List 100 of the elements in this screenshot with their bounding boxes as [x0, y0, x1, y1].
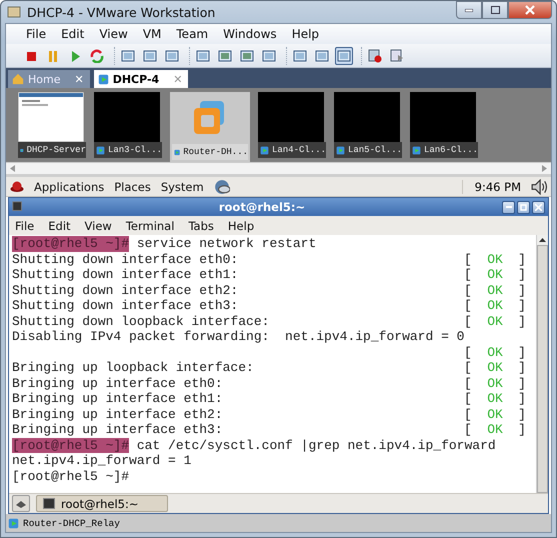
status-bracket: ]	[518, 314, 526, 329]
scroll-left-icon[interactable]	[10, 165, 15, 172]
status-bracket: [	[464, 344, 472, 360]
taskbar-button[interactable]: root@rhel5:~	[36, 495, 168, 512]
window-button[interactable]	[335, 46, 353, 64]
vm-icon	[260, 144, 269, 156]
status-bracket: ]	[518, 252, 526, 267]
status-ok: OK	[487, 360, 503, 376]
output-text: [root@rhel5 ~]#	[12, 468, 130, 484]
vm-label: Lan6-Cl...	[424, 145, 478, 155]
screen-thumbnail	[18, 92, 84, 142]
menu-item[interactable]: Help	[292, 27, 320, 41]
status-bracket: [	[464, 360, 472, 376]
panel-menu[interactable]: System	[160, 180, 204, 194]
vm-thumbnail[interactable]: Lan5-Cl...	[334, 92, 402, 158]
vm-label: Lan4-Cl...	[272, 145, 326, 155]
close-button[interactable]	[532, 200, 545, 214]
output-text: Bringing up interface eth0:	[12, 376, 223, 391]
maximize-button[interactable]	[517, 200, 530, 214]
terminal-icon	[12, 201, 24, 213]
menu-item[interactable]: Help	[228, 218, 254, 232]
window-icon	[293, 48, 307, 62]
refresh-icon	[90, 48, 104, 62]
status-ok: OK	[487, 406, 503, 422]
terminal-title: root@rhel5:~	[218, 200, 306, 214]
status-bracket: ]	[518, 376, 526, 391]
status-bracket: [	[464, 422, 472, 438]
menu-item[interactable]: Terminal	[126, 218, 174, 232]
screen-icon	[240, 48, 254, 62]
vm-thumbnail[interactable]: Lan6-Cl...	[410, 92, 478, 158]
blank-screen-thumbnail	[410, 92, 476, 142]
output-text: Shutting down interface eth2:	[12, 282, 238, 298]
panel-menu[interactable]: Places	[114, 180, 151, 194]
output-text: Shutting down interface eth3:	[12, 298, 238, 314]
screen-icon	[218, 48, 232, 62]
status-ok: OK	[487, 422, 503, 438]
status-ok: OK	[487, 282, 503, 298]
menu-item[interactable]: View	[99, 27, 128, 41]
shell-prompt: [root@rhel5 ~]#	[12, 236, 130, 252]
tab[interactable]: DHCP-4 ✕	[94, 70, 188, 88]
status-bracket: ]	[518, 406, 526, 422]
hat-icon	[10, 180, 24, 194]
close-button[interactable]	[508, 1, 552, 19]
minimize-icon	[465, 8, 473, 12]
menu-item[interactable]: VM	[142, 27, 162, 41]
status-ok: OK	[487, 298, 503, 314]
menu-item[interactable]: File	[15, 218, 34, 232]
status-bracket: [	[464, 298, 472, 314]
vm-thumbnail[interactable]: Lan4-Cl...	[258, 92, 326, 158]
menu-item[interactable]: Tabs	[188, 218, 214, 232]
app-icon	[7, 5, 21, 19]
status-ok: OK	[487, 314, 503, 329]
vm-thumbnail[interactable]: Lan3-Cl...	[94, 92, 162, 158]
maximize-button[interactable]	[482, 1, 508, 19]
desktop-icon	[15, 498, 27, 508]
status-bracket: ]	[518, 422, 526, 438]
minimize-button[interactable]	[456, 1, 482, 19]
vm-label: Router-DH...	[183, 147, 248, 157]
vm-icon	[412, 144, 421, 156]
record-button[interactable]	[366, 46, 384, 64]
menu-item[interactable]: Edit	[48, 218, 71, 232]
output-text: Shutting down loopback interface:	[12, 314, 270, 329]
minimize-icon	[506, 206, 512, 208]
menu-item[interactable]: File	[26, 27, 46, 41]
menu-item[interactable]: Edit	[61, 27, 84, 41]
vm-thumbnail[interactable]: Router-DH...	[170, 92, 250, 162]
output-text: Bringing up interface eth1:	[12, 391, 223, 406]
status-bracket: ]	[518, 344, 526, 360]
vm-icon	[8, 518, 19, 528]
refresh-button[interactable]	[88, 46, 106, 64]
status-bracket: ]	[518, 267, 526, 282]
status-ok: OK	[487, 376, 503, 391]
status-bracket: [	[464, 282, 472, 298]
home-icon	[12, 73, 24, 85]
maximize-icon	[520, 204, 527, 210]
status-bracket: [	[464, 376, 472, 391]
menu-item[interactable]: View	[84, 218, 112, 232]
menu-item[interactable]: Windows	[223, 27, 277, 41]
status-bracket: [	[464, 406, 472, 422]
window-icon	[315, 48, 329, 62]
minimize-button[interactable]	[502, 200, 515, 214]
window-title: DHCP-4 - VMware Workstation	[27, 4, 216, 20]
window-icon	[337, 48, 351, 62]
status-bracket: ]	[518, 298, 526, 314]
menu-item[interactable]: Team	[176, 27, 208, 41]
maximize-icon	[490, 6, 500, 14]
clock: 9:46 PM	[462, 180, 521, 194]
output-text: Disabling IPv4 packet forwarding: net.ipv4.ip_forward = 0	[12, 329, 464, 344]
vm-thumbnail[interactable]: DHCP-Server	[18, 92, 86, 158]
vm-label: Lan5-Cl...	[348, 145, 402, 155]
vm-icon	[96, 144, 105, 156]
tab-label: Home	[28, 72, 60, 86]
scrollbar-thumb[interactable]	[537, 245, 548, 493]
output-text: Bringing up loopback interface:	[12, 360, 254, 376]
show-desktop-button[interactable]	[12, 495, 30, 512]
replay-icon	[390, 48, 404, 62]
shell-prompt: [root@rhel5 ~]#	[12, 438, 130, 453]
speaker-icon	[531, 178, 547, 194]
scroll-right-icon[interactable]	[542, 165, 547, 172]
panel-menu[interactable]: Applications	[34, 180, 104, 194]
